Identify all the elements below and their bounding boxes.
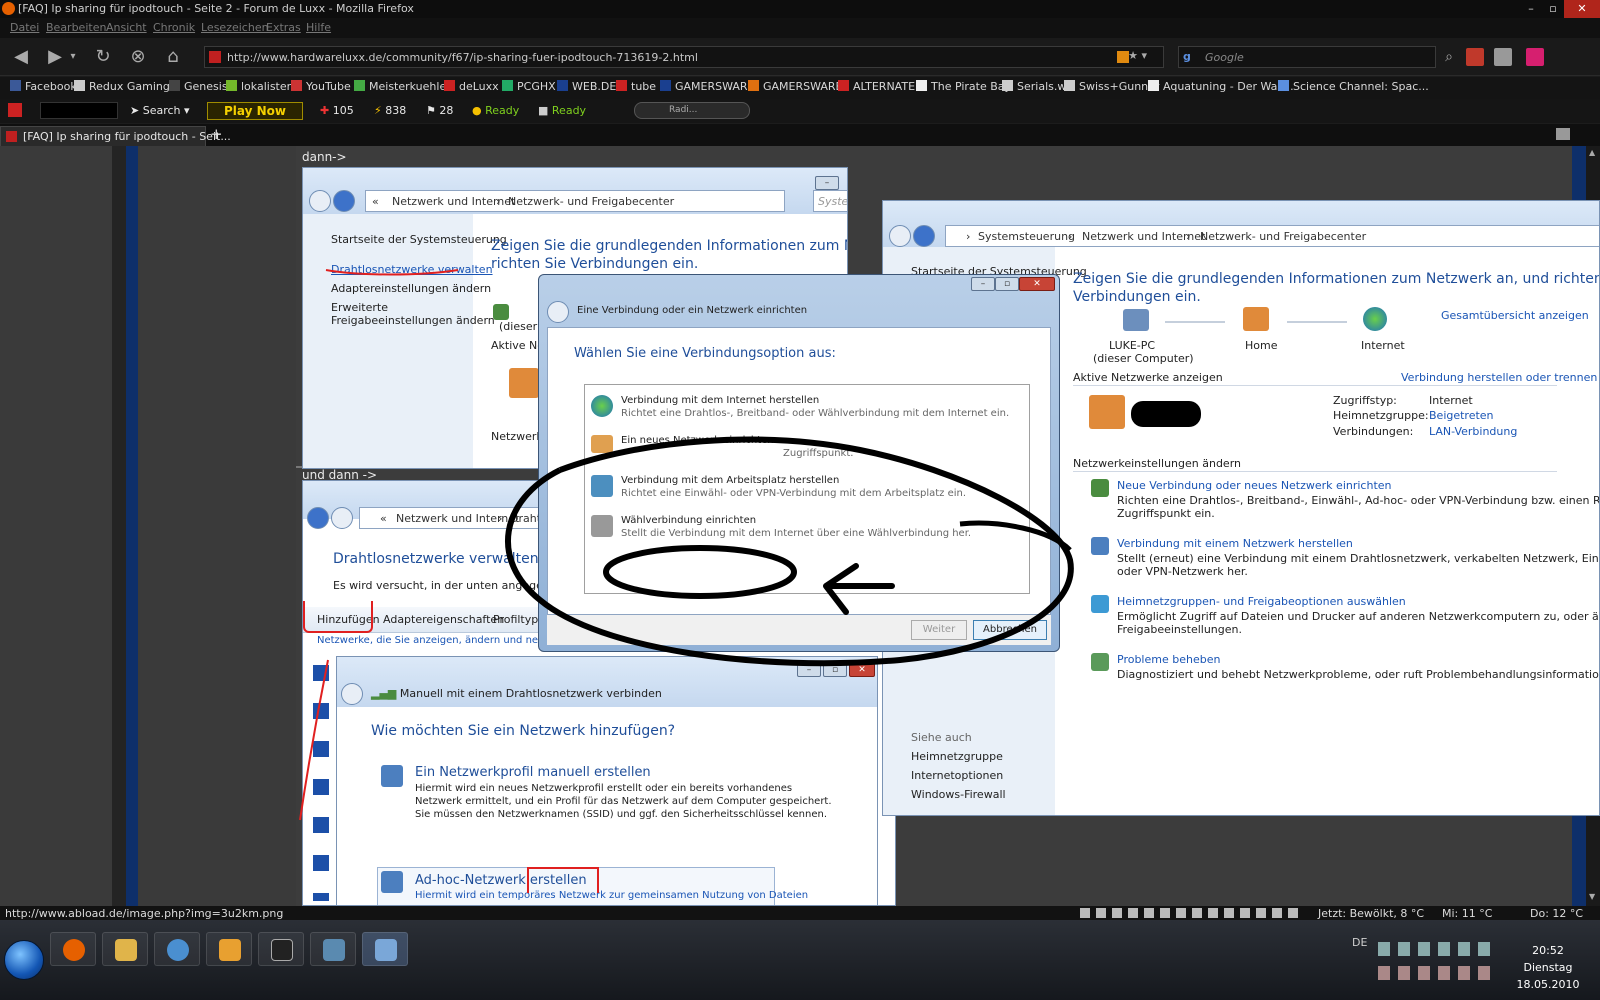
marker-stroke [959,520,1072,552]
start-button[interactable] [4,940,44,980]
itunes-icon [167,939,189,961]
language-indicator[interactable]: DE [1352,936,1367,949]
taskbar-explorer[interactable] [102,932,148,966]
marker-annotation [299,269,1074,821]
status-addon-icons[interactable] [1080,908,1300,918]
clock-time: 20:52 [1532,944,1564,957]
control-panel-icon [375,939,397,961]
status-url: http://www.abload.de/image.php?img=3u2km… [5,907,284,920]
clock-day: Dienstag [1523,961,1573,974]
tray-icons-row1[interactable] [1378,942,1496,956]
marker-arrow [823,563,895,615]
browser-status-bar: http://www.abload.de/image.php?img=3u2km… [0,906,1600,920]
clock-date: 18.05.2010 [1516,978,1580,991]
taskbar-steam[interactable] [258,932,304,966]
outlook-icon [219,939,241,961]
taskbar-firefox[interactable] [50,932,96,966]
network-tool-icon [323,939,345,961]
weather-now: Jetzt: Bewölkt, 8 °C [1318,907,1425,920]
taskbar-control-panel[interactable] [362,932,408,966]
firefox-icon [63,939,85,961]
windows-taskbar: DE 20:52 Dienstag 18.05.2010 [0,920,1600,1000]
red-line-left [299,659,329,821]
taskbar-outlook[interactable] [206,932,252,966]
folder-icon [115,939,137,961]
red-underline-manage-wireless [325,269,459,276]
taskbar-network-tool[interactable] [310,932,356,966]
marker-ellipse [603,545,797,599]
marker-loop [504,436,1074,667]
tray-icons-row2[interactable] [1378,966,1496,980]
weather-wed: Mi: 11 °C [1442,907,1493,920]
steam-icon [271,939,293,961]
system-clock[interactable]: 20:52 Dienstag 18.05.2010 [1508,942,1588,993]
weather-thu: Do: 12 °C [1530,907,1584,920]
taskbar-itunes[interactable] [154,932,200,966]
